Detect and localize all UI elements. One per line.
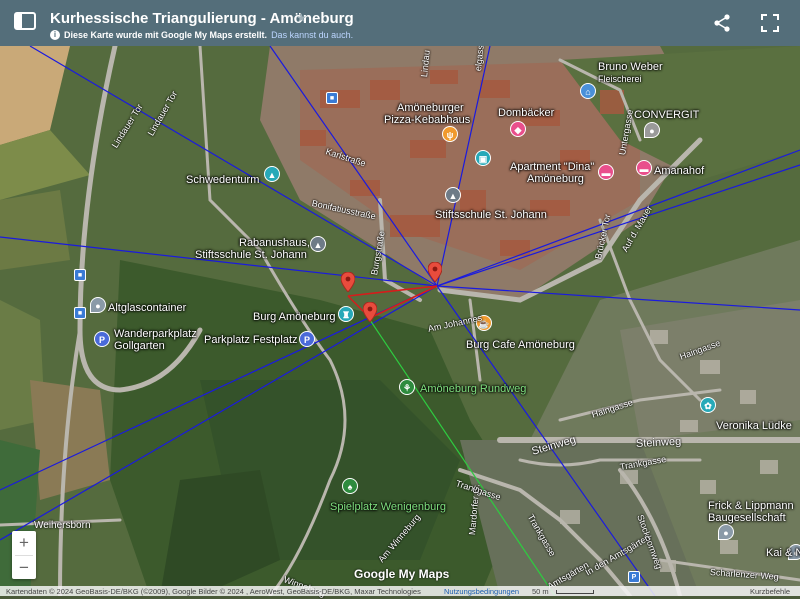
create-map-link[interactable]: Das kannst du auch.: [271, 30, 353, 40]
street-label: Weihersborn: [34, 520, 91, 531]
place-label-apartment-line2: Amöneburg: [527, 173, 584, 185]
fullscreen-icon[interactable]: [760, 13, 780, 33]
survey-point-pin[interactable]: [363, 302, 377, 322]
place-label-altglascontainer: Altglascontainer: [108, 302, 187, 314]
place-label-rabanushaus-line2: Stiftsschule St. Johann: [195, 249, 307, 261]
place-label-veronika: Veronika Lüdke: [716, 420, 792, 432]
place-label-schwedenturm: Schwedenturm: [186, 174, 260, 186]
place-label-frick-line1: Frick & Lippmann: [708, 500, 794, 512]
zoom-out-button[interactable]: −: [12, 556, 36, 580]
place-label-bruno-weber: Bruno Weber: [598, 61, 663, 73]
place-label-rabanushaus-line1: Rabanushaus,: [239, 237, 310, 249]
place-label-wanderparkplatz-line1: Wanderparkplatz: [114, 328, 197, 340]
bus-stop-icon[interactable]: ■: [74, 269, 86, 281]
company-pin-icon[interactable]: ●: [718, 524, 734, 540]
office-pin-icon[interactable]: ●: [644, 122, 660, 138]
info-icon: i: [50, 30, 60, 40]
survey-point-pin[interactable]: [428, 262, 442, 282]
map-title: Kurhessische Triangulierung - Amöneburg: [50, 10, 354, 27]
shopping-icon[interactable]: ⌂: [580, 83, 596, 99]
place-label-pizza-line2: Pizza-Kebabhaus: [384, 114, 471, 126]
terms-link[interactable]: Nutzungsbedingungen: [444, 587, 519, 596]
scale-bar: [556, 590, 594, 594]
share-icon[interactable]: [712, 13, 732, 33]
google-my-maps-logo: Google My Maps: [354, 567, 450, 581]
place-label-stiftsschule: Stiftsschule St. Johann: [435, 209, 547, 221]
zoom-in-button[interactable]: +: [12, 531, 36, 555]
info-text: Diese Karte wurde mit Google My Maps ers…: [64, 30, 268, 40]
info-banner: i Diese Karte wurde mit Google My Maps e…: [50, 30, 353, 40]
attribution-bar: Kartendaten © 2024 GeoBasis-DE/BKG (©200…: [0, 586, 800, 596]
place-label-spielplatz: Spielplatz Wenigenburg: [330, 501, 446, 513]
survey-point-pin[interactable]: [341, 272, 355, 292]
school-icon[interactable]: ▲: [310, 236, 326, 252]
hiking-icon[interactable]: ⚘: [399, 379, 415, 395]
place-label-frick-line2: Baugesellschaft: [708, 512, 786, 524]
castle-icon[interactable]: ♜: [338, 306, 354, 322]
street-label: Steinweg: [635, 435, 682, 450]
side-panel-toggle-icon[interactable]: [14, 12, 36, 30]
recycling-pin-icon[interactable]: ●: [90, 297, 106, 313]
place-label-fleischerei: Fleischerei: [598, 74, 642, 84]
keyboard-shortcuts-link[interactable]: Kurzbefehle: [750, 587, 790, 596]
place-label-burg-amoeneburg: Burg Amöneburg: [253, 311, 336, 323]
bus-stop-icon[interactable]: ■: [326, 92, 338, 104]
bakery-icon[interactable]: ◆: [510, 121, 526, 137]
parking-icon[interactable]: P: [299, 331, 315, 347]
star-icon[interactable]: ★: [296, 11, 307, 25]
zoom-control: + −: [12, 531, 36, 579]
place-label-convergit: CONVERGIT: [634, 109, 700, 121]
place-label-apartment-line1: Apartment "Dina": [510, 161, 595, 173]
place-label-dombaecker: Dombäcker: [498, 107, 555, 119]
place-label-parkplatz-festplatz: Parkplatz Festplatz: [204, 334, 298, 346]
place-label-amanahof: Amanahof: [654, 165, 705, 177]
map-header: Kurhessische Triangulierung - Amöneburg …: [0, 0, 800, 46]
restaurant-icon[interactable]: ψ: [442, 126, 458, 142]
parking-icon[interactable]: P: [628, 571, 640, 583]
parking-icon[interactable]: P: [94, 331, 110, 347]
hotel-icon[interactable]: ▬: [598, 164, 614, 180]
school-icon[interactable]: ▲: [445, 187, 461, 203]
playground-icon[interactable]: ♠: [342, 478, 358, 494]
place-label-kai: Kai & N: [766, 547, 800, 559]
place-label-burg-cafe: Burg Cafe Amöneburg: [466, 339, 575, 351]
photo-icon[interactable]: ▣: [475, 150, 491, 166]
beauty-icon[interactable]: ✿: [700, 397, 716, 413]
place-label-rundweg: Amöneburg Rundweg: [420, 383, 527, 395]
attraction-icon[interactable]: ▲: [264, 166, 280, 182]
attribution-text: Kartendaten © 2024 GeoBasis-DE/BKG (©200…: [6, 587, 421, 596]
scale-label: 50 m: [532, 587, 549, 596]
hotel-icon[interactable]: ▬: [636, 160, 652, 176]
place-label-pizza-line1: Amöneburger: [397, 102, 464, 114]
place-label-wanderparkplatz-line2: Gollgarten: [114, 340, 165, 352]
bus-stop-icon[interactable]: ■: [74, 307, 86, 319]
